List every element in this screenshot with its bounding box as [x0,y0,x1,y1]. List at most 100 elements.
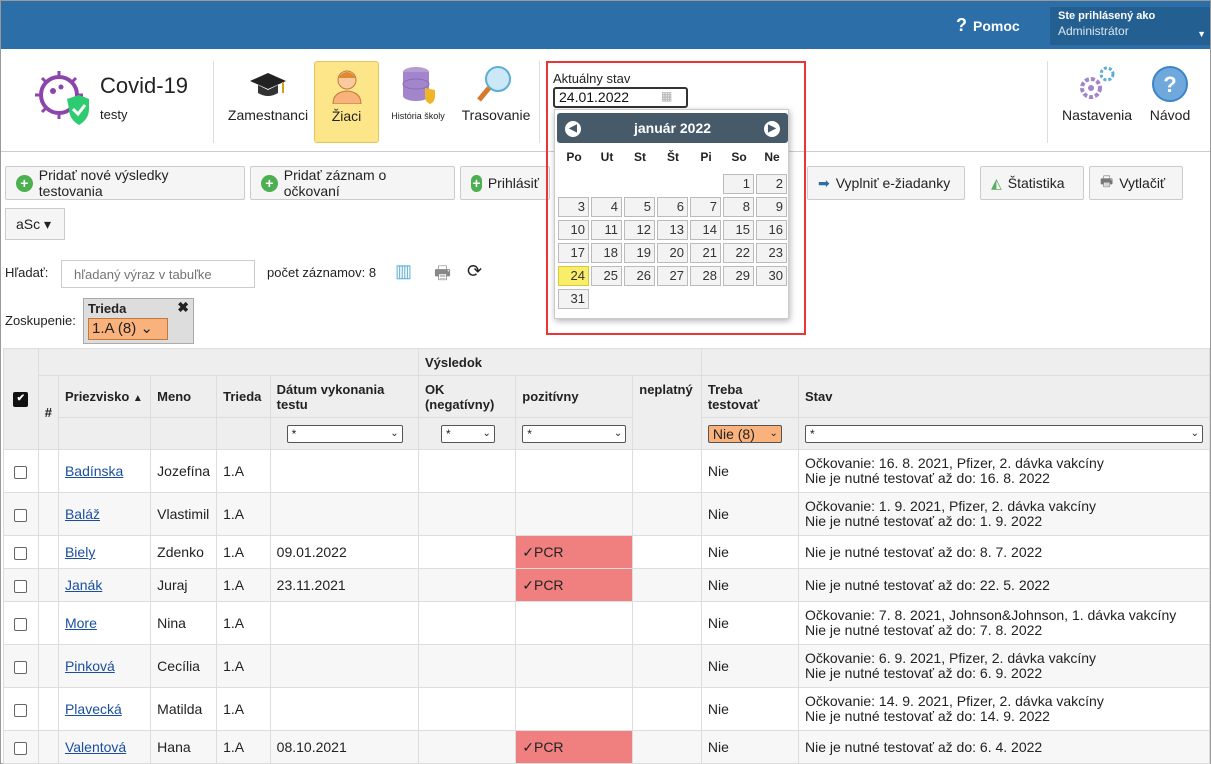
calendar-day[interactable]: 24 [558,266,589,286]
user-menu[interactable]: Ste prihlásený ako Administrátor ▼ [1050,7,1210,45]
statistics-button[interactable]: ◭ Štatistika [980,166,1084,200]
calendar-day[interactable]: 6 [657,197,688,217]
printer-icon[interactable]: 🖶 [434,261,451,291]
status-line: Nie je nutné testovať až do: 1. 9. 2022 [805,513,1043,529]
calendar-day[interactable]: 26 [624,266,655,286]
calendar-icon[interactable]: ▦ [661,89,681,105]
student-link[interactable]: Pinková [65,658,115,674]
status-filter-select[interactable]: * ⌄ [805,424,1203,443]
calendar-day[interactable]: 29 [723,266,754,286]
col-status[interactable]: Stav [798,375,1210,418]
row-checkbox[interactable] [14,703,28,717]
col-date[interactable]: Dátum vykonania testu [269,375,419,418]
group-select[interactable]: 1.A (8) ⌄ [88,318,168,340]
row-checkbox[interactable] [14,546,28,560]
calendar-day[interactable]: 10 [558,220,589,240]
calendar-day[interactable]: 22 [723,243,754,263]
row-checkbox[interactable] [14,465,28,479]
calendar-day[interactable]: 28 [690,266,721,286]
table-row: More Nina 1.A Nie Očkovanie: 7. 8. 2021, Joh… [3,601,1210,645]
date-filter-select[interactable]: * ⌄ [286,424,403,443]
calendar-day[interactable]: 14 [690,220,721,240]
surname-cell: Badínska [57,449,152,493]
calendar-day[interactable]: 2 [756,174,787,194]
calendar-day[interactable]: 23 [756,243,787,263]
col-class[interactable]: Trieda [216,375,271,418]
row-checkbox[interactable] [14,617,28,631]
nav-students[interactable]: Žiaci [314,61,379,143]
student-icon [331,70,362,104]
calendar-day[interactable]: 7 [690,197,721,217]
need-filter-select[interactable]: Nie (8) ⌄ [707,424,782,443]
student-link[interactable]: Baláž [65,506,100,522]
student-link[interactable]: Biely [65,544,95,560]
calendar-day[interactable]: 5 [624,197,655,217]
columns-icon[interactable]: ▥ [395,261,412,282]
col-invalid[interactable]: neplatný [632,375,702,450]
filter-positive-cell: * ⌄ [515,417,634,450]
calendar-day[interactable]: 1 [723,174,754,194]
refresh-icon[interactable]: ⟳ [467,261,482,282]
calendar-day[interactable]: 15 [723,220,754,240]
col-need[interactable]: Treba testovať [700,375,800,418]
status-line: Očkovanie: 6. 9. 2021, Pfizer, 2. dávka … [805,650,1097,666]
student-link[interactable]: More [65,615,97,631]
nav-school-history[interactable]: História školy [385,61,451,143]
ok-cell [417,449,517,493]
prev-month-icon[interactable]: ◀ [565,121,581,137]
calendar-day[interactable]: 25 [591,266,622,286]
next-month-icon[interactable]: ▶ [764,121,780,137]
col-name[interactable]: Meno [150,375,218,418]
filter-empty [150,417,218,450]
fill-requests-button[interactable]: ➡ Vyplniť e-žiadanky [807,166,965,200]
calendar-day[interactable]: 16 [756,220,787,240]
calendar-day[interactable]: 21 [690,243,721,263]
nav-tracing[interactable]: Trasovanie [459,61,533,143]
positive-filter-select[interactable]: * ⌄ [522,424,627,443]
nav-guide[interactable]: ? Návod [1144,61,1196,143]
ok-filter-select[interactable]: * ⌄ [440,424,495,443]
col-surname[interactable]: Priezvisko ▲ [57,375,152,418]
student-link[interactable]: Plavecká [65,701,122,717]
row-checkbox[interactable] [14,579,28,593]
help-link[interactable]: ? Pomoc [956,15,1020,36]
calendar-day[interactable]: 8 [723,197,754,217]
calendar-day[interactable]: 13 [657,220,688,240]
row-checkbox[interactable] [14,660,28,674]
asc-dropdown[interactable]: aSc ▾ [5,208,65,240]
app-title: Covid-19 [100,73,189,98]
close-icon[interactable]: ✖ [177,299,189,316]
calendar-day[interactable]: 9 [756,197,787,217]
class-cell: 1.A [216,730,271,764]
nav-employees[interactable]: Zamestnanci [225,61,311,143]
calendar-day[interactable]: 20 [657,243,688,263]
print-button[interactable]: 🖶 Vytlačiť [1089,166,1183,200]
col-positive[interactable]: pozitívny [515,375,634,418]
calendar-day[interactable]: 3 [558,197,589,217]
row-checkbox[interactable] [14,741,28,755]
calendar-day[interactable]: 27 [657,266,688,286]
invalid-cell [632,644,702,688]
calendar-day[interactable]: 18 [591,243,622,263]
nav-settings[interactable]: Nastavenia [1059,61,1135,143]
calendar-day[interactable]: 17 [558,243,589,263]
student-link[interactable]: Badínska [65,463,123,479]
student-link[interactable]: Valentová [65,739,126,755]
calendar-day[interactable]: 4 [591,197,622,217]
calendar-day[interactable]: 12 [624,220,655,240]
calendar-day[interactable]: 11 [591,220,622,240]
calendar-day[interactable]: 19 [624,243,655,263]
calendar-day[interactable]: 30 [756,266,787,286]
search-input[interactable] [61,260,255,288]
login-button[interactable]: + Prihlásiť [460,166,550,200]
divider [539,61,540,143]
calendar-day[interactable]: 31 [558,289,589,309]
student-link[interactable]: Janák [65,577,102,593]
name-cell: Nina [150,601,218,645]
select-all-checkbox[interactable]: ✔ [13,392,29,408]
col-ok[interactable]: OK (negatívny) [417,375,517,418]
row-checkbox[interactable] [14,508,28,522]
add-test-results-button[interactable]: + Pridať nové výsledky testovania [5,166,245,200]
grouping-chip: Trieda ✖ 1.A (8) ⌄ [83,298,194,344]
add-vaccination-button[interactable]: + Pridať záznam o očkovaní [250,166,455,200]
